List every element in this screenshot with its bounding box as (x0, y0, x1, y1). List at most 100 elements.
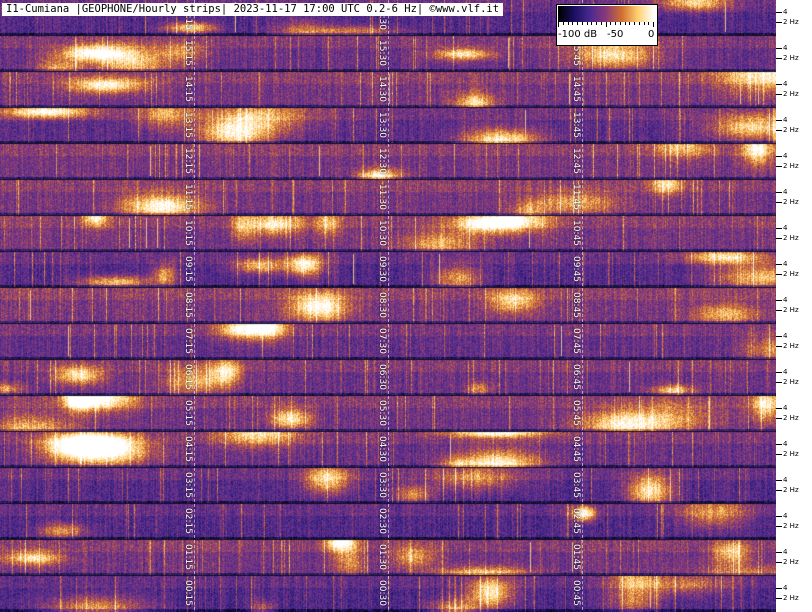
colorbar-tick (644, 22, 645, 25)
freq-tick (776, 372, 782, 373)
time-label: 15:30 (377, 40, 387, 66)
time-label: 07:15 (183, 328, 193, 354)
freq-tick (776, 58, 782, 59)
freq-tick (776, 562, 782, 563)
time-label: 14:30 (377, 76, 387, 102)
time-label: 02:45 (571, 508, 581, 534)
time-label: 07:30 (377, 328, 387, 354)
colorbar-tick (582, 22, 583, 25)
colorbar-tick (648, 22, 649, 25)
time-label: 01:30 (377, 544, 387, 570)
quarter-hour-guide (388, 504, 389, 538)
freq-tick-label: 2 Hz (783, 522, 799, 530)
time-label: 06:45 (571, 364, 581, 390)
quarter-hour-guide (388, 396, 389, 430)
freq-tick (776, 490, 782, 491)
freq-tick-label: 4 (783, 152, 788, 160)
quarter-hour-guide (582, 288, 583, 322)
freq-tick (776, 84, 782, 85)
quarter-hour-guide (194, 216, 195, 250)
freq-tick (776, 480, 782, 481)
time-label: 09:45 (571, 256, 581, 282)
time-label: 06:15 (183, 364, 193, 390)
quarter-hour-guide (582, 540, 583, 574)
quarter-hour-guide (194, 144, 195, 178)
colorbar-tick (577, 22, 578, 25)
quarter-hour-guide (582, 504, 583, 538)
colorbar-tick (558, 22, 559, 27)
freq-tick (776, 228, 782, 229)
quarter-hour-guide (388, 360, 389, 394)
time-label: 06:30 (377, 364, 387, 390)
freq-tick-label: 4 (783, 8, 788, 16)
time-label: 12:45 (571, 148, 581, 174)
quarter-hour-guide (194, 180, 195, 214)
freq-tick (776, 588, 782, 589)
freq-tick-label: 2 Hz (783, 18, 799, 26)
freq-tick-label: 4 (783, 440, 788, 448)
freq-tick-label: 4 (783, 584, 788, 592)
quarter-hour-guide (194, 576, 195, 610)
quarter-hour-guide (194, 324, 195, 358)
freq-tick-label: 2 Hz (783, 198, 799, 206)
colorbar-tick (620, 22, 621, 25)
freq-tick-label: 4 (783, 512, 788, 520)
quarter-hour-guide (388, 468, 389, 502)
quarter-hour-guide (582, 72, 583, 106)
freq-tick (776, 418, 782, 419)
freq-tick-label: 4 (783, 188, 788, 196)
time-label: 13:30 (377, 112, 387, 138)
colorbar-tick (563, 22, 564, 25)
quarter-hour-guide (194, 468, 195, 502)
quarter-hour-guide (388, 36, 389, 70)
time-label: 13:45 (571, 112, 581, 138)
time-label: 00:15 (183, 580, 193, 606)
quarter-hour-guide (388, 108, 389, 142)
freq-tick-label: 2 Hz (783, 270, 799, 278)
freq-tick (776, 94, 782, 95)
quarter-hour-guide (388, 216, 389, 250)
freq-tick-label: 4 (783, 224, 788, 232)
quarter-hour-guide (194, 540, 195, 574)
quarter-hour-guide (582, 432, 583, 466)
freq-tick (776, 382, 782, 383)
freq-tick (776, 300, 782, 301)
quarter-hour-guide (388, 432, 389, 466)
quarter-hour-guide (582, 324, 583, 358)
time-label: 11:30 (377, 184, 387, 210)
freq-tick (776, 346, 782, 347)
freq-tick-label: 2 Hz (783, 306, 799, 314)
freq-tick-label: 4 (783, 44, 788, 52)
freq-tick (776, 526, 782, 527)
quarter-hour-guide (388, 252, 389, 286)
time-label: 15:15 (183, 40, 193, 66)
colorbar-tick (653, 22, 654, 27)
colorbar-label-min: -100 dB (558, 29, 598, 40)
colorbar-legend: -100 dB -50 0 (556, 4, 658, 46)
time-label: 05:30 (377, 400, 387, 426)
freq-tick-label: 2 Hz (783, 126, 799, 134)
freq-tick-label: 4 (783, 404, 788, 412)
freq-tick (776, 454, 782, 455)
freq-tick-label: 2 Hz (783, 162, 799, 170)
freq-tick-label: 4 (783, 296, 788, 304)
freq-tick-label: 4 (783, 332, 788, 340)
freq-tick (776, 48, 782, 49)
time-label: 08:30 (377, 292, 387, 318)
freq-tick (776, 516, 782, 517)
freq-tick-label: 4 (783, 116, 788, 124)
freq-tick-label: 2 Hz (783, 342, 799, 350)
colorbar-tick (596, 22, 597, 25)
time-label: 08:15 (183, 292, 193, 318)
time-label: 04:30 (377, 436, 387, 462)
time-label: 10:45 (571, 220, 581, 246)
freq-tick-label: 4 (783, 260, 788, 268)
time-label: 08:45 (571, 292, 581, 318)
quarter-hour-guide (194, 288, 195, 322)
time-label: 13:15 (183, 112, 193, 138)
freq-tick (776, 238, 782, 239)
quarter-hour-guide (194, 72, 195, 106)
time-label: 07:45 (571, 328, 581, 354)
colorbar-label-max: 0 (648, 29, 655, 40)
quarter-hour-guide (194, 432, 195, 466)
